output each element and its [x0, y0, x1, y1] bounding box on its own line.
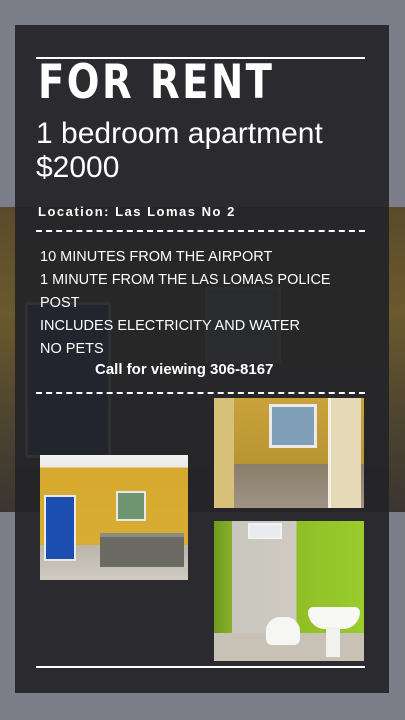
location-label: Location: Las Lomas No 2: [38, 204, 236, 219]
dashed-divider-top: [36, 230, 365, 232]
kitchen-door: [44, 495, 76, 561]
headline: FOR RENT: [38, 55, 275, 110]
hallway-wall: [214, 398, 234, 508]
photo-hallway: [214, 398, 364, 508]
subhead-apartment-type: 1 bedroom apartment: [36, 117, 323, 150]
rental-poster: FOR RENT 1 bedroom apartment $2000 Locat…: [15, 25, 389, 693]
photo-kitchen: [40, 455, 188, 580]
features-list: 10 MINUTES FROM THE AIRPORT 1 MINUTE FRO…: [40, 246, 370, 361]
feature-item: NO PETS: [40, 341, 104, 357]
hallway-window: [269, 404, 317, 448]
hallway-doorframe: [328, 398, 361, 508]
bottom-rule: [36, 666, 365, 668]
feature-item: 10 MINUTES FROM THE AIRPORT: [40, 249, 273, 265]
toilet: [266, 617, 300, 645]
kitchen-counter: [100, 533, 184, 567]
sink-pedestal: [326, 627, 340, 657]
subhead-price: $2000: [36, 151, 120, 184]
subheading: 1 bedroom apartment $2000: [36, 117, 323, 185]
bathroom-window: [248, 523, 282, 539]
feature-item: INCLUDES ELECTRICITY AND WATER: [40, 318, 300, 334]
sink: [308, 607, 360, 629]
call-to-action: Call for viewing 306-8167: [95, 361, 274, 378]
feature-item: 1 MINUTE FROM THE LAS LOMAS POLICE POST: [40, 272, 331, 311]
dashed-divider-bottom: [36, 392, 365, 394]
photo-bathroom: [214, 521, 364, 661]
kitchen-window: [116, 491, 146, 521]
